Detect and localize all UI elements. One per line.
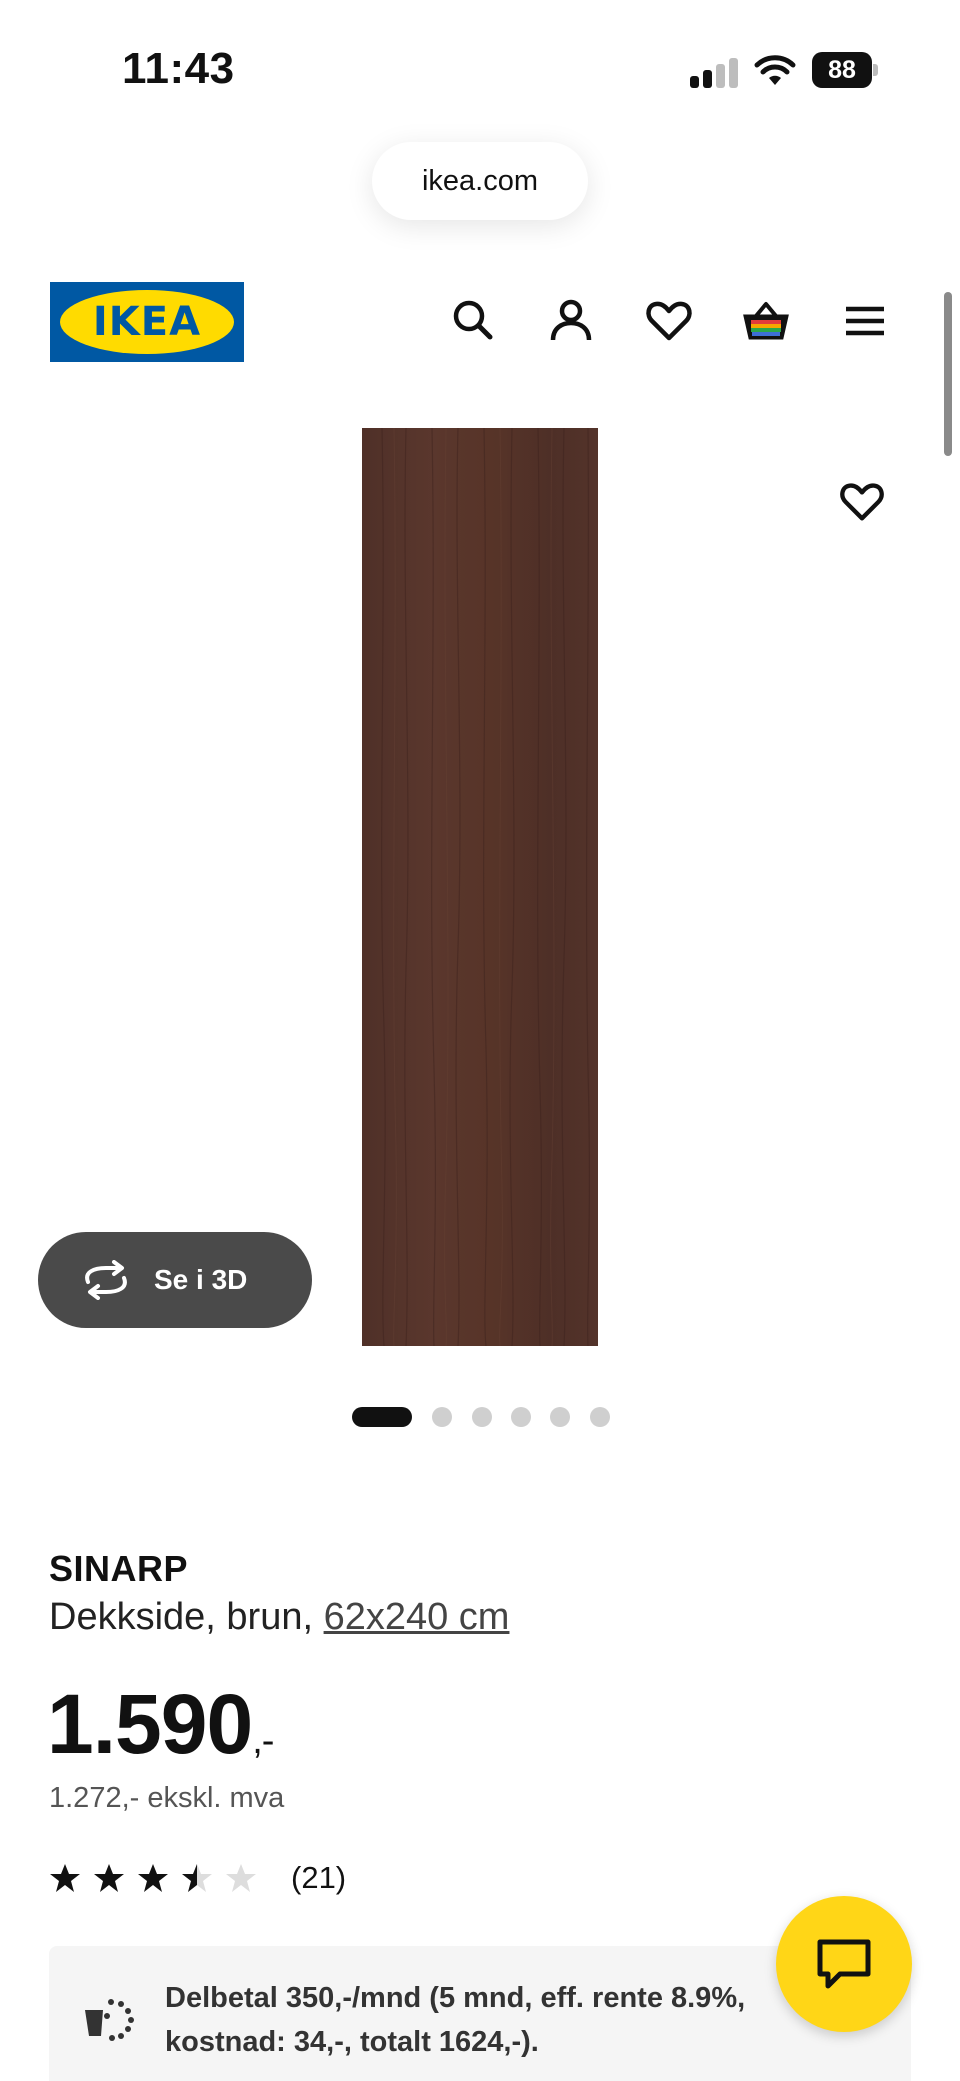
search-icon[interactable] <box>448 296 498 346</box>
gallery-dot[interactable] <box>472 1407 492 1427</box>
gallery-dot[interactable] <box>432 1407 452 1427</box>
gallery-dot[interactable] <box>352 1407 412 1427</box>
star-empty-icon <box>226 1864 256 1892</box>
wifi-icon <box>754 54 796 88</box>
gallery-dot[interactable] <box>511 1407 531 1427</box>
status-time: 11:43 <box>122 44 235 93</box>
gallery-dot[interactable] <box>550 1407 570 1427</box>
star-full-icon <box>94 1864 124 1892</box>
view-in-3d-button[interactable]: Se i 3D <box>38 1232 312 1328</box>
product-image[interactable] <box>362 428 598 1346</box>
signal-icon <box>690 58 740 88</box>
url-bar[interactable]: ikea.com <box>372 142 588 220</box>
battery-icon: 88 <box>812 52 878 88</box>
star-full-icon <box>138 1864 168 1892</box>
financing-text: Delbetal 350,-/mnd (5 mnd, eff. rente 8.… <box>165 1982 746 2058</box>
star-half-icon <box>182 1864 212 1892</box>
rotate-3d-icon <box>85 1260 127 1300</box>
product-name: SINARP <box>49 1548 189 1589</box>
installment-icon <box>85 1999 134 2041</box>
heart-icon[interactable] <box>644 296 694 346</box>
view-in-3d-label: Se i 3D <box>154 1264 248 1295</box>
gallery-dot[interactable] <box>590 1407 610 1427</box>
logo-text: IKEA <box>92 299 202 345</box>
product-rating[interactable]: (21) <box>49 1858 346 1898</box>
menu-icon[interactable] <box>840 296 890 346</box>
star-full-icon <box>50 1864 80 1892</box>
ikea-logo[interactable]: IKEA <box>50 282 244 362</box>
add-to-favourites-icon[interactable] <box>838 478 886 526</box>
product-price: 1.590,- <box>47 1676 274 1773</box>
battery-level: 88 <box>812 52 872 88</box>
product-type: Dekkside, brun, <box>49 1596 324 1638</box>
account-icon[interactable] <box>546 296 596 346</box>
status-bar: 11:43 88 <box>0 0 960 140</box>
scrollbar[interactable] <box>944 292 952 456</box>
product-description: Dekkside, brun, 62x240 cm <box>49 1596 509 1639</box>
price-value: 1.590 <box>47 1677 253 1771</box>
review-count: (21) <box>291 1860 347 1895</box>
basket-icon[interactable] <box>741 296 791 346</box>
price-suffix: ,- <box>252 1720 274 1762</box>
chat-button[interactable] <box>776 1896 912 2032</box>
product-size-link[interactable]: 62x240 cm <box>324 1596 510 1638</box>
price-excluding-vat: 1.272,- ekskl. mva <box>49 1782 285 1814</box>
chat-icon <box>817 1939 871 1989</box>
